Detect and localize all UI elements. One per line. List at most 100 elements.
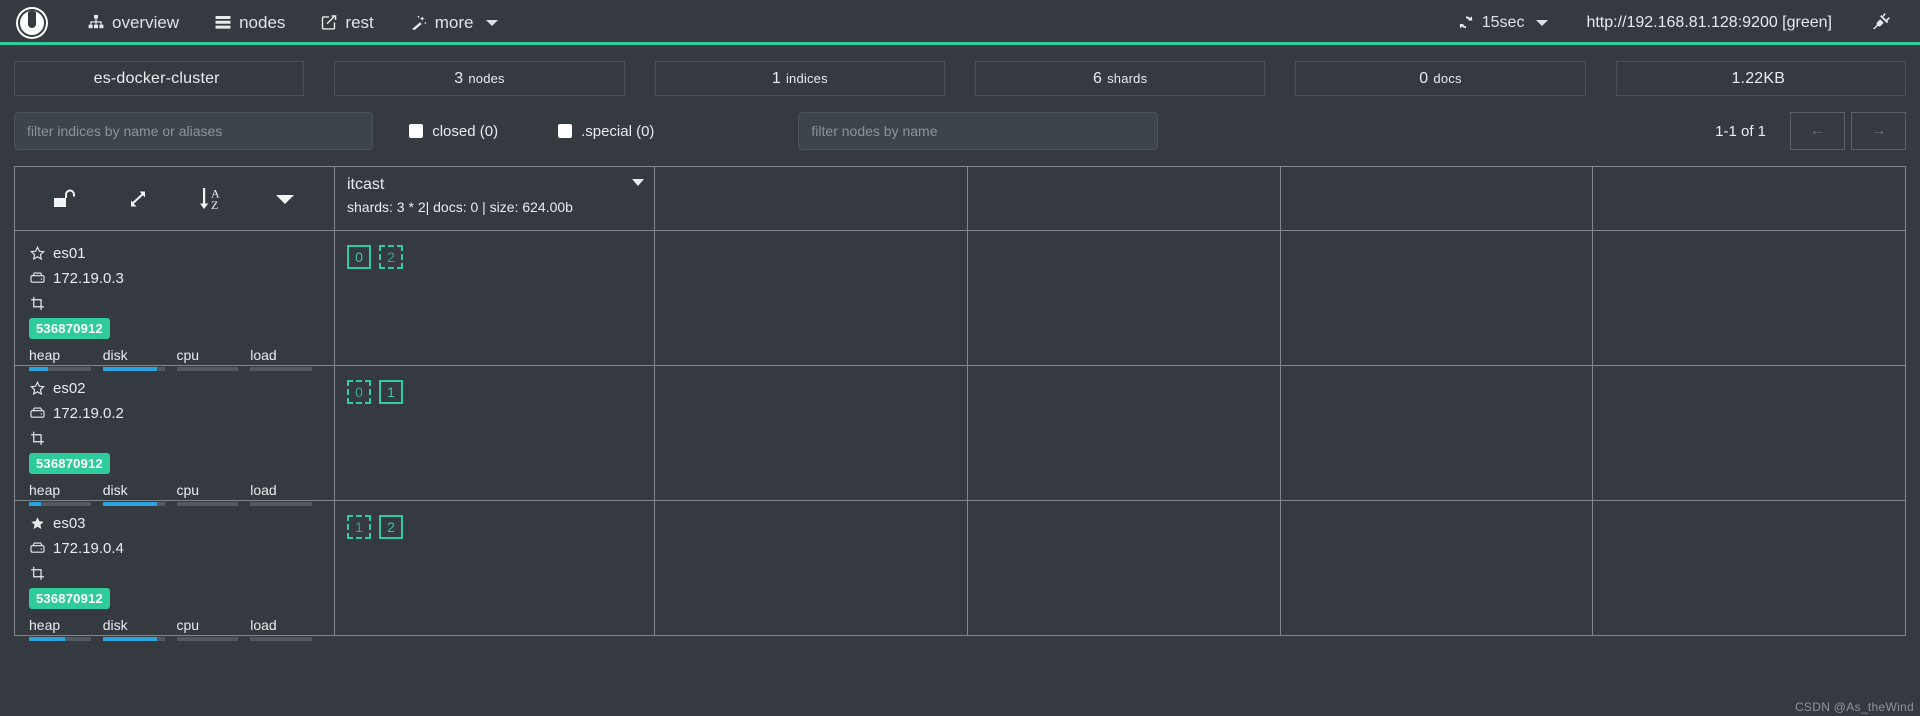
- shard-box[interactable]: 2: [379, 245, 403, 269]
- nav-item-nodes-label: nodes: [239, 12, 286, 32]
- shard-box[interactable]: 1: [379, 380, 403, 404]
- magic-wand-icon: [410, 15, 427, 30]
- pagination-prev-button[interactable]: ←: [1790, 112, 1846, 150]
- index-menu-caret-icon[interactable]: [632, 179, 644, 186]
- checkbox-box-icon: [409, 124, 424, 138]
- node-cell-es01: es01 172.19.0.3 536870912 heap disk cpu …: [15, 231, 335, 371]
- node-jvm-line: [29, 426, 324, 451]
- hdd-icon: [29, 407, 45, 420]
- hdd-icon: [29, 542, 45, 555]
- meter-load-label: load: [250, 347, 277, 363]
- chevron-down-icon: [485, 19, 498, 26]
- sitemap-icon: [88, 15, 104, 30]
- grid-empty-header-2: [968, 167, 1281, 230]
- grid-empty-cell: [655, 231, 968, 365]
- special-indices-checkbox[interactable]: .special (0): [558, 123, 654, 140]
- pagination-next-button[interactable]: →: [1851, 112, 1907, 150]
- star-outline-icon: [29, 246, 45, 261]
- indices-filter-input[interactable]: [14, 112, 374, 150]
- chevron-down-icon[interactable]: [248, 167, 322, 230]
- table-row: es02 172.19.0.2 536870912 heap disk cpu …: [15, 366, 1905, 506]
- stat-docs-value: 0: [1419, 69, 1429, 87]
- cluster-url-label[interactable]: http://192.168.81.128:9200 [green]: [1566, 4, 1852, 42]
- unlock-icon[interactable]: [27, 167, 101, 230]
- stat-shards-label: shards: [1107, 71, 1148, 86]
- node-heap-badge: 536870912: [29, 318, 110, 339]
- watermark-label: CSDN @As_theWind: [1794, 700, 1914, 714]
- shard-cell-es01-itcast: 0 2: [335, 231, 655, 365]
- node-name-line: es03: [29, 511, 324, 536]
- disconnect-button[interactable]: [1852, 1, 1906, 44]
- cerebro-logo-icon[interactable]: [10, 1, 54, 45]
- shard-box[interactable]: 0: [347, 380, 371, 404]
- node-cell-es02: es02 172.19.0.2 536870912 heap disk cpu …: [15, 366, 335, 506]
- stat-docs-label: docs: [1433, 71, 1462, 86]
- refresh-interval-selector[interactable]: 15sec: [1440, 4, 1567, 42]
- shard-box[interactable]: 2: [379, 515, 403, 539]
- node-ip-label: 172.19.0.2: [53, 405, 124, 422]
- refresh-interval-label: 15sec: [1481, 13, 1525, 31]
- meter-cpu-label: cpu: [176, 347, 200, 363]
- node-heap-badge: 536870912: [29, 588, 110, 609]
- table-row: es01 172.19.0.3 536870912 heap disk cpu …: [15, 231, 1905, 371]
- grid-empty-header-1: [655, 167, 968, 230]
- nodes-filter-input[interactable]: [798, 112, 1158, 150]
- node-meters: heap disk cpu load: [29, 617, 324, 641]
- grid-empty-cell: [655, 366, 968, 500]
- meter-disk: disk: [102, 617, 177, 641]
- shard-box[interactable]: 0: [347, 245, 371, 269]
- sort-alpha-asc-icon[interactable]: A Z: [175, 167, 249, 230]
- pagination-range-label: 1-1 of 1: [1715, 122, 1767, 140]
- meter-cpu: cpu: [176, 617, 251, 641]
- node-name-label: es02: [53, 380, 86, 397]
- table-row: es03 172.19.0.4 536870912 heap disk cpu …: [15, 501, 1905, 641]
- closed-indices-checkbox[interactable]: closed (0): [409, 123, 498, 140]
- nav-item-overview[interactable]: overview: [70, 3, 197, 43]
- shard-box[interactable]: 1: [347, 515, 371, 539]
- node-name-line: es01: [29, 241, 324, 266]
- stat-indices: 1 indices: [654, 61, 945, 96]
- filter-row: closed (0) .special (0) 1-1 of 1 ← →: [0, 96, 1920, 150]
- grid-empty-cell: [1593, 366, 1905, 500]
- nav-items: overview nodes rest more: [70, 3, 516, 43]
- meter-disk-label: disk: [102, 347, 128, 363]
- grid-controls-cell: A Z: [15, 167, 335, 230]
- stat-nodes-value: 3: [454, 69, 464, 87]
- grid-empty-header-3: [1281, 167, 1594, 230]
- nav-item-nodes[interactable]: nodes: [197, 3, 303, 43]
- node-jvm-line: [29, 561, 324, 586]
- shard-cell-es02-itcast: 0 1: [335, 366, 655, 500]
- node-jvm-line: [29, 291, 324, 316]
- stat-nodes: 3 nodes: [334, 61, 625, 96]
- grid-empty-cell: [968, 501, 1281, 635]
- node-heap-badge: 536870912: [29, 453, 110, 474]
- pagination: 1-1 of 1 ← →: [1188, 112, 1907, 150]
- node-name-label: es03: [53, 515, 86, 532]
- node-name-line: es02: [29, 376, 324, 401]
- checkbox-box-icon: [558, 124, 573, 138]
- grid-empty-cell: [968, 231, 1281, 365]
- grid-empty-cell: [1281, 231, 1594, 365]
- nodes-filter-cell: [798, 112, 1158, 150]
- index-meta-label: shards: 3 * 2| docs: 0 | size: 624.00b: [347, 199, 573, 215]
- nav-item-more-label: more: [434, 12, 474, 32]
- star-filled-icon: [29, 516, 45, 531]
- stat-nodes-label: nodes: [468, 71, 505, 86]
- index-header-itcast: itcast shards: 3 * 2| docs: 0 | size: 62…: [335, 167, 655, 230]
- stat-cluster-name-value: es-docker-cluster: [93, 69, 220, 87]
- special-indices-label: .special (0): [581, 122, 655, 140]
- indices-filter-cell: [14, 112, 374, 150]
- server-list-icon: [215, 15, 231, 30]
- grid-empty-cell: [655, 501, 968, 635]
- node-name-label: es01: [53, 245, 86, 262]
- nav-item-rest[interactable]: rest: [303, 3, 391, 43]
- stat-size-value: 1.22KB: [1731, 69, 1786, 87]
- stat-size: 1.22KB: [1615, 61, 1906, 96]
- app-root: overview nodes rest more 15sec http://19…: [0, 0, 1920, 716]
- nav-item-more[interactable]: more: [392, 3, 516, 43]
- cluster-grid-wrap: A Z itcast shards: 3 * 2| docs: 0 | size…: [0, 150, 1920, 641]
- expand-arrows-icon[interactable]: [101, 167, 175, 230]
- closed-indices-label: closed (0): [432, 122, 499, 140]
- meter-heap: heap: [29, 617, 103, 641]
- meter-load-label: load: [250, 617, 277, 633]
